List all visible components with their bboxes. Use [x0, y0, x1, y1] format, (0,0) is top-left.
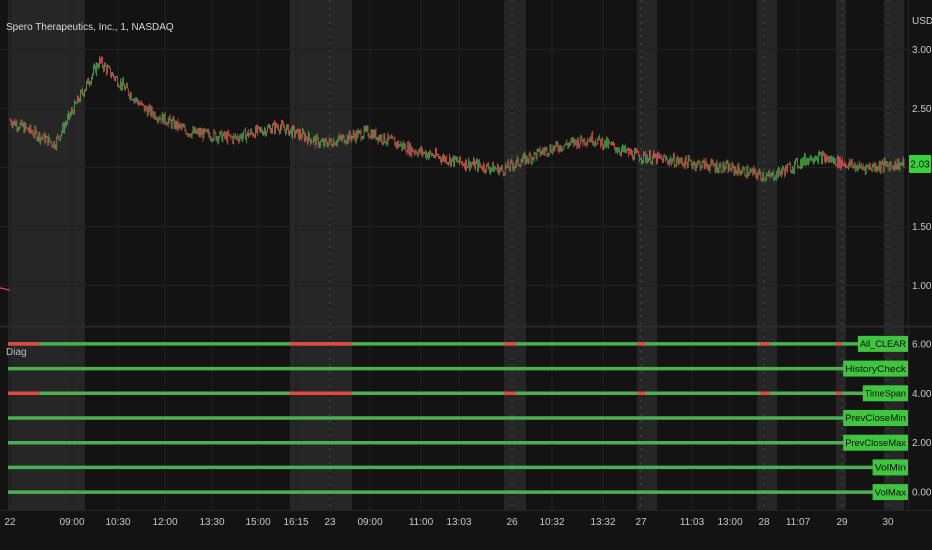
diag-y-tick-label: 2.00 [912, 438, 932, 449]
x-tick-label: 23 [324, 517, 336, 528]
session-band [290, 0, 352, 510]
diag-y-tick-label: 0.00 [912, 488, 932, 499]
y-tick-label: 2.50 [912, 104, 932, 115]
x-tick-label: 12:00 [152, 517, 177, 528]
y-tick-label: 1.50 [912, 222, 932, 233]
x-tick-label: 28 [758, 517, 770, 528]
x-tick-label: 13:00 [717, 517, 742, 528]
session-band [757, 0, 777, 510]
session-band [637, 0, 657, 510]
diag-series-tag: All_CLEAR [860, 339, 906, 350]
diag-series-tag: TimeSpan [865, 388, 906, 399]
session-band [8, 0, 85, 510]
diag-series-tag: PrevCloseMin [845, 413, 906, 424]
diag-series-tag: VolMin [875, 463, 906, 474]
y-tick-label: 3.00 [912, 45, 932, 56]
diag-y-tick-label: 6.00 [912, 339, 932, 350]
chart-title: Spero Therapeutics, Inc., 1, NASDAQ [6, 22, 174, 33]
x-tick-label: 26 [506, 517, 518, 528]
x-tick-label: 15:00 [245, 517, 270, 528]
session-band [836, 0, 846, 510]
diag-series-tag: VolMax [875, 487, 907, 498]
x-tick-label: 09:00 [357, 517, 382, 528]
last-price-label: 2.03 [910, 159, 930, 170]
diag-series-tag: HistoryCheck [845, 364, 906, 375]
currency-label: USD [912, 16, 932, 27]
x-tick-label: 10:32 [539, 517, 564, 528]
diag-series-tag: PrevCloseMax [845, 438, 906, 449]
x-tick-label: 30 [882, 517, 894, 528]
x-tick-label: 27 [635, 517, 647, 528]
diag-y-tick-label: 4.00 [912, 389, 932, 400]
x-tick-label: 13:03 [446, 517, 471, 528]
x-tick-label: 29 [836, 517, 848, 528]
diag-pane-title: Diag [6, 347, 27, 358]
x-tick-label: 22 [4, 517, 16, 528]
session-band [504, 0, 526, 510]
x-tick-label: 09:00 [59, 517, 84, 528]
x-tick-label: 11:00 [409, 517, 434, 528]
session-band [884, 0, 904, 510]
x-tick-label: 11:07 [786, 517, 811, 528]
x-tick-label: 13:30 [199, 517, 224, 528]
y-tick-label: 1.00 [912, 281, 932, 292]
x-tick-label: 11:03 [680, 517, 705, 528]
x-tick-label: 16:15 [283, 517, 308, 528]
x-tick-label: 10:30 [105, 517, 130, 528]
x-tick-label: 13:32 [590, 517, 615, 528]
stock-chart: All_CLEAR HistoryCheck TimeSpan PrevCloseMi… [0, 0, 932, 550]
